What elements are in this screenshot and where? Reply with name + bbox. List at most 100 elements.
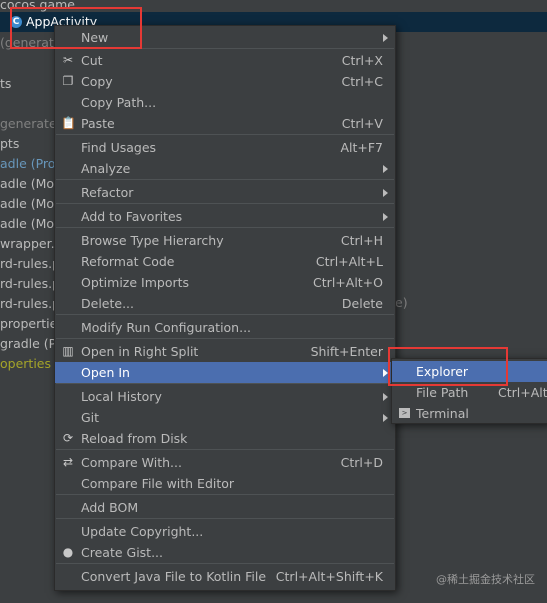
menu-item-shortcut: Ctrl+Alt+Shift+K: [275, 569, 383, 584]
menu-item-label: Open In: [81, 365, 130, 380]
menu-item-label: Add BOM: [81, 500, 139, 515]
menu-item-label: Find Usages: [81, 140, 157, 155]
compare-icon: ⇄: [62, 455, 74, 469]
menu-item-local-history[interactable]: Local History: [55, 386, 395, 407]
tree-row[interactable]: rd-rules.p: [0, 254, 60, 274]
submenu-item-terminal[interactable]: > Terminal: [392, 403, 547, 424]
menu-item-update-copyright[interactable]: Update Copyright...: [55, 521, 395, 542]
tree-row[interactable]: adle (Mod: [0, 194, 62, 214]
menu-separator: [56, 314, 394, 315]
menu-item-label: Refactor: [81, 185, 134, 200]
highlight-box-explorer: [388, 347, 508, 386]
submenu-arrow-icon: [383, 34, 388, 42]
menu-separator: [56, 494, 394, 495]
menu-separator: [56, 383, 394, 384]
tree-row[interactable]: adle (Proj: [0, 154, 59, 174]
menu-item-copy[interactable]: ❐ Copy Ctrl+C: [55, 71, 395, 92]
menu-item-label: Cut: [81, 53, 103, 68]
menu-item-shortcut: Delete: [341, 296, 383, 311]
menu-item-label: Copy Path...: [81, 95, 157, 110]
menu-item-shortcut: Shift+Enter: [310, 344, 383, 359]
menu-item-add-bom[interactable]: Add BOM: [55, 497, 395, 518]
reload-icon: ⟳: [62, 431, 74, 445]
menu-item-paste[interactable]: 📋 Paste Ctrl+V: [55, 113, 395, 134]
menu-item-add-to-favorites[interactable]: Add to Favorites: [55, 206, 395, 227]
submenu-arrow-icon: [383, 165, 388, 173]
tree-trailing-text: e): [395, 295, 408, 310]
menu-item-reformat-code[interactable]: Reformat Code Ctrl+Alt+L: [55, 251, 395, 272]
menu-separator: [56, 518, 394, 519]
submenu-item-label: Terminal: [416, 406, 469, 421]
menu-separator: [56, 179, 394, 180]
menu-separator: [56, 338, 394, 339]
menu-item-optimize-imports[interactable]: Optimize Imports Ctrl+Alt+O: [55, 272, 395, 293]
menu-item-label: Analyze: [81, 161, 131, 176]
menu-item-delete[interactable]: Delete... Delete: [55, 293, 395, 314]
watermark: @稀土掘金技术社区: [436, 573, 535, 586]
menu-item-copy-path[interactable]: Copy Path...: [55, 92, 395, 113]
submenu-arrow-icon: [383, 213, 388, 221]
clipboard-icon: 📋: [61, 116, 76, 130]
menu-item-analyze[interactable]: Analyze: [55, 158, 395, 179]
highlight-box-new: [10, 7, 142, 49]
menu-item-git[interactable]: Git: [55, 407, 395, 428]
menu-separator: [56, 203, 394, 204]
menu-item-label: Git: [81, 410, 100, 425]
menu-item-shortcut: Ctrl+H: [340, 233, 383, 248]
menu-item-find-usages[interactable]: Find Usages Alt+F7: [55, 137, 395, 158]
menu-item-cut[interactable]: ✂ Cut Ctrl+X: [55, 50, 395, 71]
submenu-arrow-icon: [383, 189, 388, 197]
tree-row[interactable]: adle (Mod: [0, 214, 62, 234]
copy-icon: ❐: [62, 74, 74, 88]
menu-item-label: Local History: [81, 389, 162, 404]
tree-row[interactable]: rd-rules.p: [0, 274, 60, 294]
menu-item-label: Delete...: [81, 296, 134, 311]
github-icon: ●: [62, 545, 74, 559]
menu-item-label: Reload from Disk: [81, 431, 188, 446]
tree-row[interactable]: ts: [0, 74, 11, 94]
menu-item-shortcut: Alt+F7: [340, 140, 383, 155]
menu-item-shortcut: Ctrl+C: [341, 74, 383, 89]
menu-separator: [56, 563, 394, 564]
tree-row[interactable]: gradle (P: [0, 334, 56, 354]
menu-item-label: Update Copyright...: [81, 524, 204, 539]
menu-item-label: Reformat Code: [81, 254, 175, 269]
menu-item-label: Add to Favorites: [81, 209, 183, 224]
tree-row[interactable]: rd-rules.p: [0, 294, 60, 314]
menu-item-open-in-right-split[interactable]: ▥ Open in Right Split Shift+Enter: [55, 341, 395, 362]
menu-item-label: Convert Java File to Kotlin File: [81, 569, 267, 584]
menu-item-browse-type-hierarchy[interactable]: Browse Type Hierarchy Ctrl+H: [55, 230, 395, 251]
menu-item-label: Optimize Imports: [81, 275, 190, 290]
menu-item-shortcut: Ctrl+V: [341, 116, 383, 131]
tree-row[interactable]: pts: [0, 134, 19, 154]
menu-item-label: Paste: [81, 116, 115, 131]
menu-item-shortcut: Ctrl+Alt+L: [315, 254, 383, 269]
tree-row[interactable]: adle (Mod: [0, 174, 62, 194]
menu-separator: [56, 134, 394, 135]
terminal-icon: >: [399, 408, 410, 418]
submenu-arrow-icon: [383, 414, 388, 422]
menu-item-label: Browse Type Hierarchy: [81, 233, 224, 248]
submenu-arrow-icon: [383, 393, 388, 401]
menu-item-shortcut: Ctrl+X: [341, 53, 383, 68]
menu-item-open-in[interactable]: Open In: [55, 362, 395, 383]
menu-item-label: Compare With...: [81, 455, 182, 470]
menu-item-modify-run-configuration[interactable]: Modify Run Configuration...: [55, 317, 395, 338]
menu-item-create-gist[interactable]: ● Create Gist...: [55, 542, 395, 563]
menu-separator: [56, 449, 394, 450]
menu-item-label: Modify Run Configuration...: [81, 320, 252, 335]
context-menu: New ✂ Cut Ctrl+X ❐ Copy Ctrl+C Copy Path... 📋 Pas…: [54, 25, 396, 591]
menu-item-label: Compare File with Editor: [81, 476, 235, 491]
menu-item-convert-java-file-to-kotlin-file[interactable]: Convert Java File to Kotlin File Ctrl+Alt…: [55, 566, 395, 587]
menu-item-compare-with[interactable]: ⇄ Compare With... Ctrl+D: [55, 452, 395, 473]
menu-item-reload-from-disk[interactable]: ⟳ Reload from Disk: [55, 428, 395, 449]
menu-separator: [56, 227, 394, 228]
menu-item-shortcut: Ctrl+D: [340, 455, 383, 470]
menu-item-shortcut: Ctrl+Alt+O: [313, 275, 383, 290]
menu-item-compare-file-with-editor[interactable]: Compare File with Editor: [55, 473, 395, 494]
split-icon: ▥: [62, 344, 74, 358]
menu-item-refactor[interactable]: Refactor: [55, 182, 395, 203]
scissors-icon: ✂: [62, 53, 74, 67]
menu-item-label: Create Gist...: [81, 545, 164, 560]
menu-item-label: Copy: [81, 74, 113, 89]
